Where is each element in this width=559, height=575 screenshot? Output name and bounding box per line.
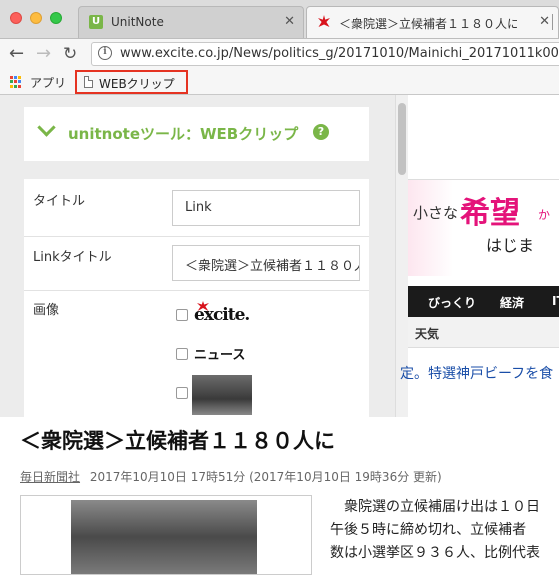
- apps-bookmark[interactable]: アプリ: [30, 74, 66, 91]
- zoom-window-button[interactable]: [50, 12, 62, 24]
- panel-title: unitnoteツール：WEBクリップ: [68, 125, 299, 143]
- image-checkbox-3[interactable]: [176, 387, 188, 399]
- title-row: タイトル Link: [24, 179, 369, 237]
- image-row: 画像 excite. ニュース: [24, 291, 369, 431]
- sub-nav: 天気: [408, 317, 559, 348]
- apps-grid-icon[interactable]: [10, 76, 22, 88]
- clip-form: タイトル Link Linkタイトル ＜衆院選＞立候補者１１８０人に 画像 ex…: [24, 179, 369, 419]
- address-bar[interactable]: i www.excite.co.jp/News/politics_g/20171…: [91, 42, 559, 66]
- scrollbar-thumb[interactable]: [398, 103, 406, 175]
- title-label: タイトル: [33, 194, 86, 209]
- unitnote-favicon-icon: U: [89, 15, 103, 29]
- nav-item-bikkuri[interactable]: びっくり: [428, 294, 476, 311]
- link-title-row: Linkタイトル ＜衆院選＞立候補者１１８０人に: [24, 237, 369, 291]
- article-photo[interactable]: [71, 500, 257, 574]
- forward-arrow-icon[interactable]: →: [36, 44, 51, 64]
- excite-favicon-icon: [317, 15, 331, 29]
- web-clip-bookmark[interactable]: WEBクリップ: [75, 70, 188, 94]
- new-tab-button[interactable]: [552, 14, 559, 30]
- news-logo-thumbnail: ニュース: [192, 344, 246, 364]
- panel-header: unitnoteツール：WEBクリップ ?: [24, 107, 369, 161]
- image-label: 画像: [33, 303, 60, 318]
- tab-bar: U UnitNote ✕ ＜衆院選＞立候補者１１８０人に ✕: [0, 0, 559, 39]
- article-date: 2017年10月10日 17時51分 (2017年10月10日 19時36分 更…: [89, 470, 442, 484]
- source-link[interactable]: 毎日新聞社: [20, 470, 80, 484]
- article-headline: ＜衆院選＞立候補者１１８０人に: [20, 429, 335, 453]
- banner-text-small: 小さな: [413, 204, 459, 222]
- article-byline: 毎日新聞社 2017年10月10日 17時51分 (2017年10月10日 19…: [20, 468, 442, 485]
- web-clip-label: WEBクリップ: [99, 77, 175, 91]
- nav-item-it[interactable]: IT: [552, 294, 559, 308]
- minimize-window-button[interactable]: [30, 12, 42, 24]
- banner-text-ka: か: [538, 208, 551, 222]
- banner-text-big: 希望: [460, 196, 520, 231]
- reload-icon[interactable]: ↻: [63, 44, 77, 64]
- tab-close-icon[interactable]: ✕: [284, 14, 295, 29]
- tab-close-icon[interactable]: ✕: [539, 14, 550, 29]
- banner-text-end: はじま: [486, 236, 535, 255]
- browser-toolbar: ← → ↻ i www.excite.co.jp/News/politics_g…: [0, 39, 559, 70]
- link-title-input[interactable]: ＜衆院選＞立候補者１１８０人に: [172, 245, 360, 281]
- body-line-2: 午後５時に締め切れ、立候補者: [330, 522, 527, 538]
- image-checkbox-2[interactable]: [176, 348, 188, 360]
- back-arrow-icon[interactable]: ←: [9, 44, 24, 64]
- tab-excite-article[interactable]: ＜衆院選＞立候補者１１８０人に ✕: [306, 6, 559, 38]
- tab-title: UnitNote: [111, 15, 164, 29]
- image-checkbox-1[interactable]: [176, 309, 188, 321]
- tab-title: ＜衆院選＞立候補者１１８０人に: [339, 17, 517, 31]
- news-ticker-link[interactable]: 定。特選神戸ビーフを食: [400, 363, 553, 383]
- crowd-photo-thumbnail: [192, 375, 252, 415]
- excite-logo-thumbnail: excite.: [192, 301, 264, 331]
- category-nav: びっくり 経済 IT: [408, 286, 559, 317]
- close-window-button[interactable]: [10, 12, 22, 24]
- help-icon[interactable]: ?: [313, 124, 329, 140]
- article-photo-frame: [20, 495, 312, 575]
- excite-logo-text: excite.: [194, 305, 250, 325]
- chevron-down-icon[interactable]: [37, 118, 56, 137]
- link-title-label: Linkタイトル: [33, 250, 112, 265]
- subnav-item-tenki[interactable]: 天気: [415, 325, 439, 342]
- body-line-3: 数は小選挙区９３６人、比例代表: [330, 545, 540, 561]
- bookmarks-bar: アプリ WEBクリップ: [0, 70, 559, 95]
- body-line-1: 衆院選の立候補届け出は１０日: [344, 499, 540, 515]
- nav-item-keizai[interactable]: 経済: [500, 294, 524, 311]
- url-text: www.excite.co.jp/News/politics_g/2017101…: [120, 46, 559, 61]
- web-clip-panel: unitnoteツール：WEBクリップ ? タイトル Link Linkタイトル…: [0, 95, 395, 419]
- info-icon[interactable]: i: [98, 46, 112, 60]
- tab-unitnote[interactable]: U UnitNote ✕: [78, 6, 304, 38]
- article: ＜衆院選＞立候補者１１８０人に 毎日新聞社 2017年10月10日 17時51分…: [0, 417, 559, 575]
- excite-page-background: 小さな 希望 か はじま びっくり 経済 IT 天気 定。特選神戸ビーフを食: [400, 95, 559, 417]
- document-icon: [84, 76, 93, 88]
- title-input[interactable]: Link: [172, 190, 360, 226]
- ad-banner[interactable]: 小さな 希望 か はじま: [408, 179, 559, 276]
- article-body: 衆院選の立候補届け出は１０日 午後５時に締め切れ、立候補者 数は小選挙区９３６人…: [330, 496, 559, 565]
